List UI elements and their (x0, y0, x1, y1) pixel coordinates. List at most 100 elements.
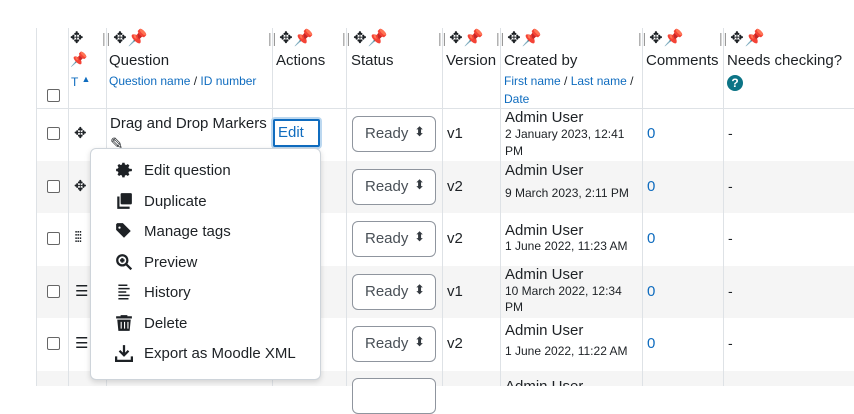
gear-icon (116, 162, 132, 178)
col-divider (346, 28, 347, 386)
move-icon[interactable]: ✥ (113, 30, 127, 47)
resize-grip-icon[interactable]: || (268, 30, 277, 46)
pin-icon[interactable]: 📌 (70, 51, 88, 68)
version-value: v1 (447, 125, 463, 142)
row-checkbox[interactable] (47, 180, 60, 193)
version-header[interactable]: Version (446, 52, 496, 69)
resize-grip-icon[interactable]: || (438, 30, 447, 46)
move-icon[interactable]: ✥ (449, 30, 463, 47)
sort-ascending-icon: ▲ (81, 74, 91, 84)
pin-icon[interactable]: 📌 (664, 30, 685, 47)
row-checkbox[interactable] (47, 127, 60, 140)
move-icon[interactable]: ✥ (353, 30, 367, 47)
question-type-icon: ☰ (75, 335, 89, 352)
pin-icon[interactable]: 📌 (294, 30, 315, 47)
header-divider (36, 108, 854, 109)
question-col-tools[interactable]: || ✥📌 (102, 28, 149, 48)
needs-checking-value: - (728, 230, 733, 246)
createdby-col-tools[interactable]: || ✥📌 (496, 28, 543, 48)
sort-first-name-link[interactable]: First name (504, 74, 561, 88)
sort-id-number-link[interactable]: ID number (200, 74, 256, 88)
status-select[interactable]: Ready ⬍ (352, 326, 436, 362)
col-divider (442, 28, 443, 386)
needs-col-tools[interactable]: || ✥📌 (719, 28, 766, 48)
created-date: 10 March 2022, 12:34 (505, 284, 622, 298)
sort-type-link[interactable]: T ▲ (71, 74, 90, 89)
move-icon[interactable]: ✥ (74, 177, 87, 195)
menu-item-manage-tags[interactable]: Manage tags (91, 217, 320, 247)
question-header: Question (109, 52, 170, 69)
resize-grip-icon[interactable]: || (719, 30, 728, 46)
menu-item-history[interactable]: History (91, 278, 320, 308)
row-checkbox[interactable] (47, 337, 60, 350)
created-date-cont: PM (505, 144, 523, 158)
question-type-icon: ☰ (75, 283, 89, 300)
updown-arrow-icon: ⬍ (414, 229, 425, 244)
move-icon[interactable]: ✥ (70, 30, 84, 47)
row-checkbox[interactable] (47, 285, 60, 298)
edit-actions-button[interactable]: Edit ⌄ (273, 119, 320, 157)
select-col-tools[interactable]: ✥ (70, 28, 84, 48)
history-lines-icon (118, 284, 130, 300)
row-checkbox[interactable] (47, 232, 60, 245)
col-divider (68, 28, 69, 386)
menu-item-delete[interactable]: Delete (91, 309, 320, 339)
status-select[interactable]: Ready ⬍ (352, 221, 436, 257)
status-select[interactable]: Ready ⬍ (352, 274, 436, 310)
updown-arrow-icon: ⬍ (414, 282, 425, 297)
download-icon (115, 345, 133, 362)
pin-icon[interactable]: 📌 (128, 30, 149, 47)
menu-item-export-xml[interactable]: Export as Moodle XML (91, 339, 320, 369)
pin-icon[interactable]: 📌 (522, 30, 543, 47)
select-all-checkbox[interactable] (47, 89, 60, 102)
status-header[interactable]: Status (351, 52, 394, 69)
comments-col-tools[interactable]: || ✥📌 (638, 28, 685, 48)
pin-icon[interactable]: 📌 (745, 30, 766, 47)
version-col-tools[interactable]: || ✥📌 (438, 28, 485, 48)
comments-count[interactable]: 0 (647, 230, 655, 247)
col-divider (723, 28, 724, 386)
resize-grip-icon[interactable]: || (102, 30, 111, 46)
copy-icon (117, 193, 132, 209)
menu-item-edit-question[interactable]: Edit question (91, 156, 320, 186)
move-icon[interactable]: ✥ (649, 30, 663, 47)
resize-grip-icon[interactable]: || (496, 30, 505, 46)
comments-header[interactable]: Comments (646, 52, 719, 69)
table-border (36, 28, 37, 386)
sort-date-link[interactable]: Date (504, 92, 529, 106)
question-sort-links: Question name / ID number (109, 74, 257, 88)
created-date-cont: PM (505, 300, 523, 314)
col-divider (642, 28, 643, 386)
status-select[interactable]: Ready ⬍ (352, 116, 436, 152)
menu-item-duplicate[interactable]: Duplicate (91, 187, 320, 217)
move-icon[interactable]: ✥ (507, 30, 521, 47)
resize-grip-icon[interactable]: || (638, 30, 647, 46)
pin-icon[interactable]: 📌 (368, 30, 389, 47)
menu-item-preview[interactable]: Preview (91, 248, 320, 278)
needs-checking-header: Needs checking? (727, 52, 843, 69)
sort-last-name-link[interactable]: Last name (571, 74, 627, 88)
comments-count[interactable]: 0 (647, 178, 655, 195)
pin-icon[interactable]: 📌 (464, 30, 485, 47)
needs-checking-value: - (728, 335, 733, 351)
created-date: 1 June 2022, 11:22 AM (505, 344, 628, 358)
status-select[interactable]: Ready ⬍ (352, 169, 436, 205)
comments-count[interactable]: 0 (647, 335, 655, 352)
version-value: v2 (447, 178, 463, 195)
author-name: Admin User (505, 162, 584, 179)
status-select[interactable] (352, 378, 436, 414)
help-icon[interactable]: ? (727, 75, 743, 91)
comments-count[interactable]: 0 (647, 283, 655, 300)
needs-checking-value: - (728, 178, 733, 194)
status-col-tools[interactable]: || ✥📌 (342, 28, 389, 48)
move-icon[interactable]: ✥ (279, 30, 293, 47)
version-value: v2 (447, 335, 463, 352)
magnify-plus-icon (116, 254, 133, 271)
comments-count[interactable]: 0 (647, 125, 655, 142)
resize-grip-icon[interactable]: || (342, 30, 351, 46)
actions-col-tools[interactable]: || ✥📌 (268, 28, 315, 48)
move-icon[interactable]: ✥ (730, 30, 744, 47)
sort-question-name-link[interactable]: Question name (109, 74, 190, 88)
needs-checking-value: - (728, 125, 733, 141)
move-icon[interactable]: ✥ (74, 124, 87, 142)
